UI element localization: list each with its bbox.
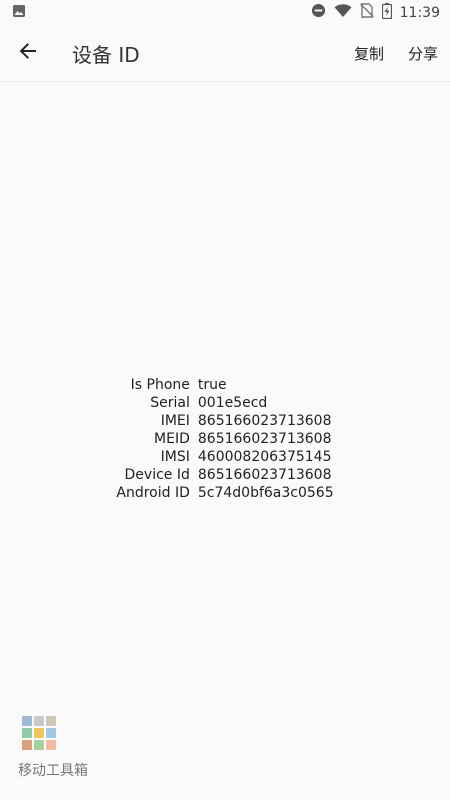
copy-button[interactable]: 复制 — [354, 43, 384, 64]
logo-tile — [46, 716, 56, 726]
logo-tile — [34, 728, 44, 738]
info-value: 5c74d0bf6a3c0565 — [197, 485, 334, 501]
logo-tile — [46, 728, 56, 738]
logo-tile — [34, 740, 44, 750]
info-row-android-id: Android ID 5c74d0bf6a3c0565 — [116, 484, 333, 502]
device-info-table: Is Phone true Serial 001e5ecd IMEI 86516… — [0, 376, 450, 502]
app-name: 移动工具箱 — [18, 763, 88, 779]
info-label: Is Phone — [130, 377, 190, 393]
no-sim-icon — [359, 3, 374, 22]
dnd-icon — [311, 3, 326, 22]
info-row-imei: IMEI 865166023713608 — [116, 412, 333, 430]
logo-tile — [22, 716, 32, 726]
info-label: MEID — [154, 431, 190, 447]
info-label: IMEI — [160, 413, 190, 429]
info-value: 001e5ecd — [197, 395, 268, 411]
wifi-icon — [334, 3, 352, 22]
toolbox-logo-icon — [22, 716, 56, 750]
info-label: Device Id — [124, 467, 190, 483]
logo-tile — [46, 740, 56, 750]
app-logo: 移动工具箱 — [18, 716, 98, 780]
info-value: 865166023713608 — [197, 413, 332, 429]
back-arrow-icon — [18, 41, 38, 65]
status-bar: 11:39 — [0, 0, 450, 25]
appbar-actions: 复制 分享 — [354, 43, 450, 64]
battery-charging-icon — [381, 2, 392, 23]
info-value: 460008206375145 — [197, 449, 332, 465]
info-row-imsi: IMSI 460008206375145 — [116, 448, 333, 466]
info-value: 865166023713608 — [197, 431, 332, 447]
info-row-is-phone: Is Phone true — [116, 376, 333, 394]
status-time: 11:39 — [399, 4, 440, 21]
logo-tile — [34, 716, 44, 726]
status-right: 11:39 — [311, 2, 450, 23]
back-button[interactable] — [0, 25, 56, 81]
logo-tile — [22, 728, 32, 738]
info-label: Serial — [150, 395, 190, 411]
logo-tile — [22, 740, 32, 750]
info-label: IMSI — [160, 449, 190, 465]
status-left — [0, 4, 26, 22]
info-row-meid: MEID 865166023713608 — [116, 430, 333, 448]
app-bar: 设备 ID 复制 分享 — [0, 25, 450, 82]
info-value: 865166023713608 — [197, 467, 332, 483]
info-label: Android ID — [116, 485, 190, 501]
page-title: 设备 ID — [72, 42, 140, 67]
image-icon — [12, 4, 26, 22]
info-value: true — [197, 377, 227, 393]
share-button[interactable]: 分享 — [408, 43, 438, 64]
info-row-device-id: Device Id 865166023713608 — [116, 466, 333, 484]
info-row-serial: Serial 001e5ecd — [116, 394, 333, 412]
